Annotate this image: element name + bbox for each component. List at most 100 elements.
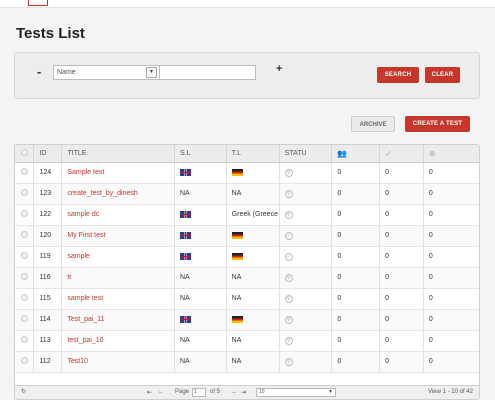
test-title[interactable]: Test10	[61, 351, 175, 373]
column-target-language[interactable]: T.L	[226, 145, 280, 163]
archive-button[interactable]: ARCHIVE	[351, 116, 395, 132]
filter-field-select[interactable]: Name ▾	[53, 65, 160, 80]
users-icon: 👥	[337, 148, 348, 158]
create-test-button[interactable]: CREATE A TEST	[405, 116, 470, 132]
column-source-language[interactable]: S.L	[174, 145, 227, 163]
search-button[interactable]: SEARCH	[377, 67, 419, 83]
filter-value-input[interactable]	[159, 65, 256, 80]
test-title-link[interactable]: test_pai_10	[67, 337, 103, 344]
row-checkbox[interactable]	[15, 309, 35, 331]
row-checkbox[interactable]	[15, 225, 35, 247]
test-title-link[interactable]: sample test	[67, 295, 103, 302]
table-row[interactable]: 112 Test10 NA NA ⚲ 0 0 0	[15, 351, 479, 373]
table-row[interactable]: 114 Test_pai_11 ⚲ 0 0 0	[15, 309, 479, 331]
column-users[interactable]: 👥	[331, 145, 381, 163]
row-checkbox[interactable]	[15, 351, 35, 373]
source-language	[174, 204, 227, 226]
remove-filter-button[interactable]: -	[37, 64, 41, 79]
close-icon: ⊗	[428, 148, 436, 158]
table-row[interactable]: 115 sample test NA NA ⚲ 0 0 0	[15, 288, 479, 310]
test-title-link[interactable]: Test_pai_11	[67, 316, 104, 323]
row-checkbox[interactable]	[15, 204, 35, 226]
table-row[interactable]: 119 sample ✓ 0 0 0	[15, 246, 479, 268]
completed-count: 0	[379, 204, 424, 226]
completed-count: 0	[379, 162, 424, 184]
page-number-input[interactable]: 1	[192, 388, 206, 397]
logo[interactable]	[28, 0, 48, 6]
status: ⚲	[279, 351, 333, 373]
test-title[interactable]: sample	[61, 246, 175, 268]
refresh-icon[interactable]: ↻	[21, 388, 26, 395]
table-row[interactable]: 116 tr NA NA ⚲ 0 0 0	[15, 267, 479, 289]
column-title[interactable]: TITLE	[61, 145, 175, 163]
test-title[interactable]: sample test	[61, 288, 175, 310]
clear-button[interactable]: CLEAR	[425, 67, 460, 83]
source-language: NA	[174, 351, 227, 373]
test-title-link[interactable]: sample dc	[67, 211, 99, 218]
add-filter-button[interactable]: +	[276, 63, 282, 75]
test-title-link[interactable]: sample	[67, 253, 90, 260]
table-row[interactable]: 120 My First test ✓ 0 0 0	[15, 225, 479, 247]
source-language: NA	[174, 288, 227, 310]
row-checkbox[interactable]	[15, 246, 35, 268]
table-footer: ↻ ⇤ ← Page 1 of 5 → ⇥ 10 ▾ View 1 - 10 o…	[15, 385, 479, 399]
tests-table: ID TITLE S.L T.L STATU 👥 ✓ ⊗ 124 Sample t…	[14, 144, 480, 400]
uk-flag-icon	[180, 210, 191, 218]
next-page-icon[interactable]: →	[231, 389, 237, 395]
test-title-link[interactable]: Sample test	[67, 169, 104, 176]
test-title-link[interactable]: tr	[67, 274, 71, 281]
test-title[interactable]: sample dc	[61, 204, 175, 226]
test-title-link[interactable]: My First test	[67, 232, 105, 239]
germany-flag-icon	[231, 315, 243, 323]
cancelled-count: 0	[423, 246, 479, 268]
target-language	[226, 225, 280, 247]
filter-panel: - Name ▾ + SEARCH CLEAR	[14, 52, 480, 99]
status-lock-icon: ⚲	[284, 168, 293, 177]
rows-per-page-select[interactable]: 10	[256, 388, 336, 397]
filter-field-value: Name	[57, 69, 76, 76]
chevron-down-icon[interactable]: ▾	[146, 67, 157, 78]
last-page-icon[interactable]: ⇥	[241, 389, 246, 396]
test-id: 112	[33, 351, 63, 373]
completed-count: 0	[379, 183, 424, 205]
column-cancelled[interactable]: ⊗	[423, 145, 479, 163]
users-count: 0	[331, 204, 381, 226]
source-language: NA	[174, 183, 227, 205]
test-title[interactable]: My First test	[61, 225, 175, 247]
test-title[interactable]: Sample test	[61, 162, 175, 184]
previous-page-icon[interactable]: ←	[158, 389, 164, 395]
table-row[interactable]: 123 create_test_by_dinesh NA NA ⚲ 0 0 0	[15, 183, 479, 205]
status-lock-icon: ⚲	[284, 189, 293, 198]
row-checkbox[interactable]	[15, 267, 35, 289]
status-lock-icon: ⚲	[284, 210, 293, 219]
cancelled-count: 0	[423, 267, 479, 289]
test-title[interactable]: test_pai_10	[61, 330, 175, 352]
column-completed[interactable]: ✓	[379, 145, 424, 163]
users-count: 0	[331, 330, 381, 352]
table-row[interactable]: 122 sample dc Greek (Greece ⚲ 0 0 0	[15, 204, 479, 226]
row-checkbox[interactable]	[15, 183, 35, 205]
status: ⚲	[279, 267, 333, 289]
first-page-icon[interactable]: ⇤	[147, 389, 152, 396]
row-checkbox[interactable]	[15, 288, 35, 310]
test-title-link[interactable]: create_test_by_dinesh	[67, 190, 137, 197]
chevron-down-icon[interactable]: ▾	[329, 388, 332, 395]
table-row[interactable]: 113 test_pai_10 NA NA ⚲ 0 0 0	[15, 330, 479, 352]
column-status[interactable]: STATU	[279, 145, 333, 163]
status-lock-icon: ⚲	[284, 294, 293, 303]
source-language: NA	[174, 330, 227, 352]
cancelled-count: 0	[423, 309, 479, 331]
row-checkbox[interactable]	[15, 162, 35, 184]
target-language	[226, 309, 280, 331]
test-title[interactable]: Test_pai_11	[61, 309, 175, 331]
test-title[interactable]: tr	[61, 267, 175, 289]
column-id[interactable]: ID	[33, 145, 63, 163]
table-row[interactable]: 124 Sample test ⚲ 0 0 0	[15, 162, 479, 184]
row-checkbox[interactable]	[15, 330, 35, 352]
test-title[interactable]: create_test_by_dinesh	[61, 183, 175, 205]
page-count: of 5	[210, 389, 221, 395]
test-title-link[interactable]: Test10	[67, 358, 88, 365]
test-id: 119	[33, 246, 63, 268]
select-all-checkbox[interactable]	[15, 145, 35, 163]
status-check-icon: ✓	[284, 231, 293, 240]
